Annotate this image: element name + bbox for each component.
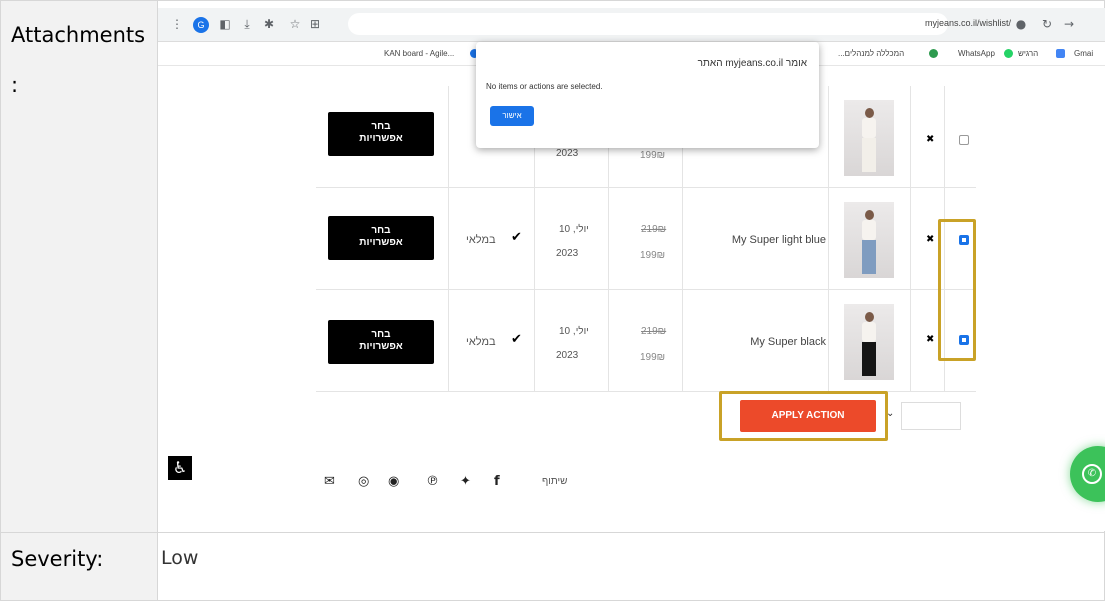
alert-title: האתר myjeans.co.il אומר: [697, 58, 807, 69]
table-row: בחר אפשרויות במלאי ✔ 10 ,יולי 2023 219₪ …: [316, 188, 976, 290]
email-icon[interactable]: ✉: [324, 474, 335, 489]
alert-ok-button[interactable]: אישור: [490, 106, 534, 126]
choose-options-label: בחר: [371, 225, 391, 236]
severity-value: Low: [161, 547, 199, 569]
whatsapp-icon: ✆: [1082, 464, 1102, 484]
forward-icon[interactable]: →: [1062, 17, 1076, 31]
choose-options-label: בחר: [371, 329, 391, 340]
extensions-icon[interactable]: ✱: [262, 17, 276, 31]
browser-toolbar: ⋮ G ◧ ⤓ ✱ ☆ ⊞ myjeans.co.il/wishlist/ ● …: [158, 8, 1105, 42]
url-text[interactable]: myjeans.co.il/wishlist/: [925, 18, 1011, 28]
choose-options-button[interactable]: בחר אפשרויות: [328, 216, 434, 260]
choose-options-button[interactable]: בחר אפשרויות: [328, 320, 434, 364]
date-added-year: 2023: [556, 148, 579, 159]
severity-label: Severity:: [11, 547, 104, 571]
remove-item-icon[interactable]: ✖: [926, 334, 934, 345]
browser-alert-dialog: האתר myjeans.co.il אומר No items or acti…: [476, 42, 819, 148]
twitter-icon[interactable]: ✦: [460, 474, 471, 489]
severity-value-cell: [157, 532, 1105, 601]
share-label: שיתוף: [542, 476, 568, 487]
row-checkbox[interactable]: [959, 135, 969, 145]
whatsapp-bookmark-icon: [1004, 49, 1013, 58]
remove-item-icon[interactable]: ✖: [926, 234, 934, 245]
bookmark-whatsapp[interactable]: WhatsApp: [958, 49, 995, 58]
highlight-checked-boxes: [938, 219, 976, 361]
attachments-label-cell: Attachments :: [0, 0, 158, 533]
product-image[interactable]: [844, 304, 894, 380]
product-image[interactable]: [844, 202, 894, 278]
bookmark-star-icon[interactable]: ☆: [288, 17, 302, 31]
product-image[interactable]: [844, 100, 894, 176]
choose-options-label: אפשרויות: [359, 237, 403, 248]
translate-icon[interactable]: ⊞: [308, 17, 322, 31]
chevron-down-icon[interactable]: ⌄: [886, 408, 894, 419]
attachments-label: Attachments: [11, 23, 146, 47]
bookmark-kan-board[interactable]: KAN board - Agile...: [384, 49, 454, 58]
download-icon[interactable]: ⤓: [240, 17, 254, 31]
severity-label-cell: Severity:: [0, 532, 158, 601]
pinterest-icon[interactable]: ℗: [426, 474, 439, 489]
accessibility-icon[interactable]: ♿: [168, 456, 192, 480]
profile-avatar[interactable]: G: [193, 17, 209, 33]
table-row: בחר אפשרויות במלאי ✔ 10 ,יולי 2023 219₪ …: [316, 290, 976, 392]
in-stock-check-icon: ✔: [511, 332, 522, 347]
price-sale: 199₪: [640, 150, 666, 161]
whatsapp-share-icon[interactable]: ◉: [388, 474, 399, 489]
stock-status: במלאי: [466, 336, 496, 348]
price-sale: 199₪: [640, 352, 666, 363]
messenger-icon[interactable]: ◎: [358, 474, 369, 489]
choose-options-label: אפשרויות: [359, 341, 403, 352]
stock-status: במלאי: [466, 234, 496, 246]
whatsapp-chat-button[interactable]: ✆: [1070, 446, 1105, 502]
date-added-year: 2023: [556, 248, 579, 259]
bookmark-college[interactable]: ...המכללה למנהלים: [838, 49, 904, 58]
choose-options-button[interactable]: בחר אפשרויות: [328, 112, 434, 156]
bulk-action-select[interactable]: [901, 402, 961, 430]
sidebar-icon[interactable]: ◧: [218, 17, 232, 31]
product-name[interactable]: My Super black: [566, 336, 826, 348]
remove-item-icon[interactable]: ✖: [926, 134, 934, 145]
in-stock-check-icon: ✔: [511, 230, 522, 245]
reload-icon[interactable]: ↻: [1040, 17, 1054, 31]
menu-dots-icon[interactable]: ⋮: [170, 17, 184, 31]
choose-options-label: בחר: [371, 121, 391, 132]
apply-action-button[interactable]: APPLY ACTION: [740, 400, 876, 432]
attachments-label-colon: :: [11, 73, 19, 97]
bookmark-hargish[interactable]: הרגיש: [1018, 49, 1038, 58]
bookmark-hargish-icon: [1056, 49, 1065, 58]
product-name[interactable]: My Super light blue: [566, 234, 826, 246]
attached-screenshot: ⋮ G ◧ ⤓ ✱ ☆ ⊞ myjeans.co.il/wishlist/ ● …: [158, 8, 1105, 531]
bookmark-college-icon: [929, 49, 938, 58]
price-sale: 199₪: [640, 250, 666, 261]
choose-options-label: אפשרויות: [359, 133, 403, 144]
facebook-icon[interactable]: f: [494, 474, 500, 489]
date-added-year: 2023: [556, 350, 579, 361]
bookmark-gmail[interactable]: Gmai: [1074, 49, 1093, 58]
lock-icon[interactable]: ●: [1014, 17, 1028, 31]
address-bar[interactable]: [348, 13, 948, 35]
alert-message: No items or actions are selected.: [486, 82, 603, 91]
